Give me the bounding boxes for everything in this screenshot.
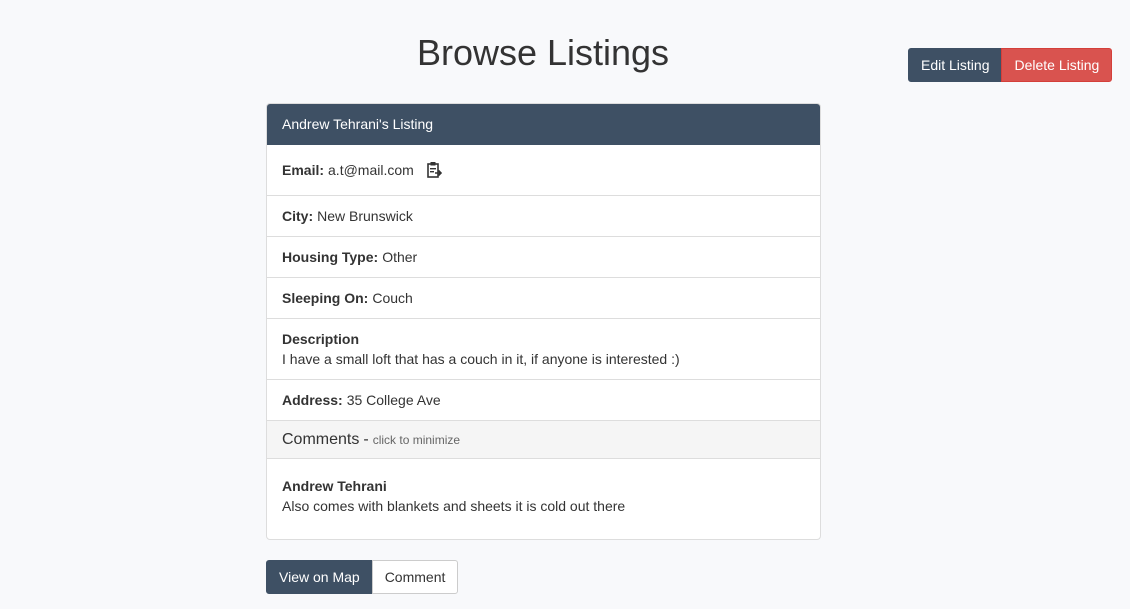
comment-button[interactable]: Comment: [371, 560, 459, 594]
delete-listing-button[interactable]: Delete Listing: [1001, 48, 1113, 82]
housing-type-value: Other: [382, 249, 418, 265]
edit-listing-button[interactable]: Edit Listing: [908, 48, 1003, 82]
housing-type-label: Housing Type:: [282, 249, 379, 265]
comments-hint: click to minimize: [372, 432, 461, 447]
comment-author: Andrew Tehrani: [282, 478, 387, 494]
page: Browse Listings Edit Listing Delete List…: [0, 0, 1130, 609]
description-value: I have a small loft that has a couch in …: [282, 351, 680, 367]
bottom-actions: View on Map Comment: [266, 560, 459, 594]
listing-panel: Andrew Tehrani's Listing Email: a.t@mail…: [266, 103, 821, 540]
listing-heading: Andrew Tehrani's Listing: [267, 104, 820, 145]
comments-toggle[interactable]: Comments - click to minimize: [267, 421, 820, 459]
listing-actions: Edit Listing Delete Listing: [908, 48, 1113, 82]
address-row: Address: 35 College Ave: [267, 380, 820, 421]
email-label: Email:: [282, 162, 325, 178]
sleeping-on-label: Sleeping On:: [282, 290, 369, 306]
address-label: Address:: [282, 392, 343, 408]
address-value: 35 College Ave: [346, 392, 441, 408]
comment-item: Andrew Tehrani Also comes with blankets …: [267, 459, 820, 516]
comments-separator: -: [363, 430, 369, 448]
city-label: City:: [282, 208, 314, 224]
email-value: a.t@mail.com: [328, 162, 414, 178]
sleeping-on-row: Sleeping On: Couch: [267, 278, 820, 319]
city-row: City: New Brunswick: [267, 196, 820, 237]
clipboard-icon[interactable]: [426, 161, 442, 179]
city-value: New Brunswick: [317, 208, 413, 224]
description-label: Description: [282, 331, 360, 347]
view-on-map-button[interactable]: View on Map: [266, 560, 373, 594]
comments-title: Comments: [282, 430, 360, 448]
email-row: Email: a.t@mail.com: [267, 145, 820, 196]
comment-text: Also comes with blankets and sheets it i…: [282, 498, 626, 514]
housing-type-row: Housing Type: Other: [267, 237, 820, 278]
description-row: Description I have a small loft that has…: [267, 319, 820, 380]
sleeping-on-value: Couch: [372, 290, 413, 306]
